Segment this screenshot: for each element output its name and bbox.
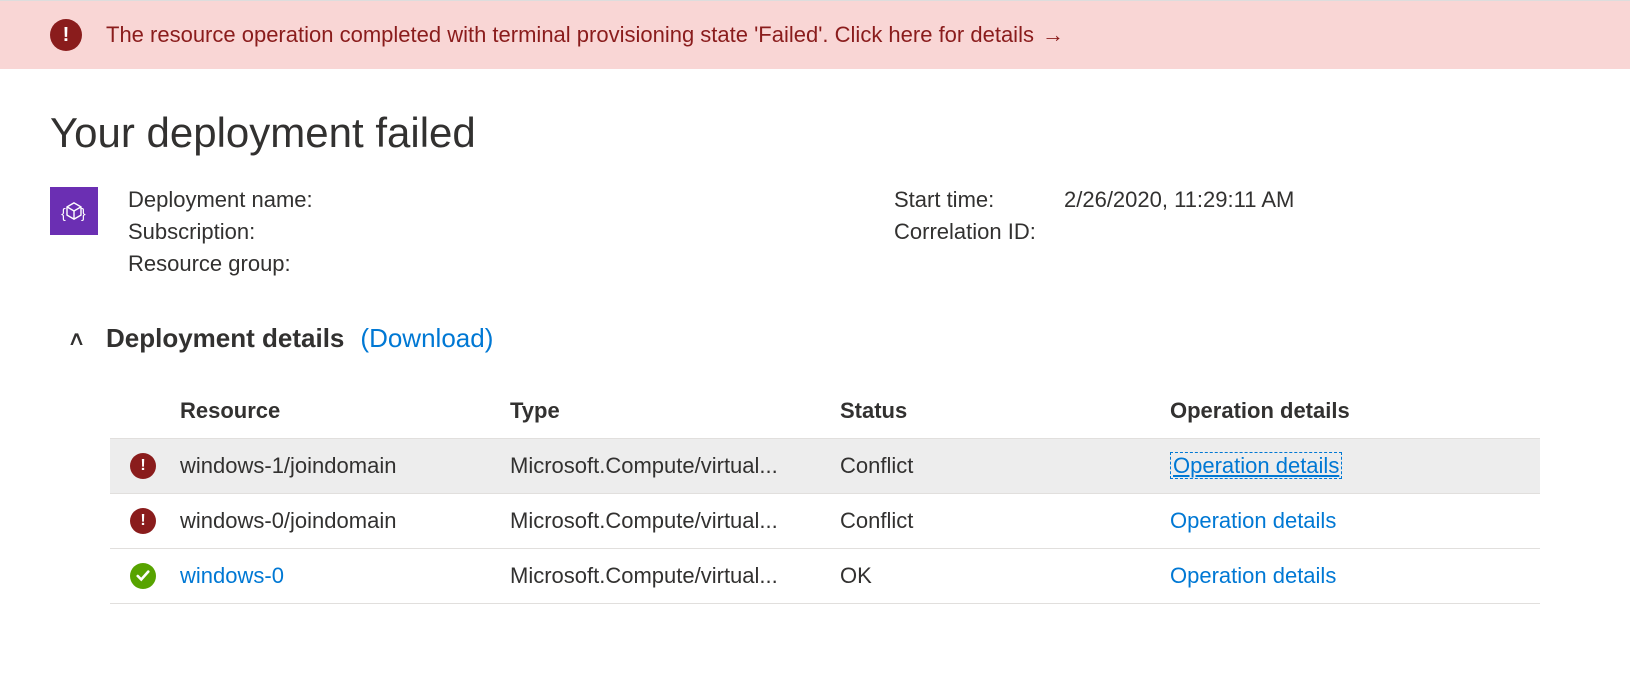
resource-cell: windows-1/joindomain: [180, 453, 510, 479]
status-ok-icon: [130, 563, 156, 589]
deployment-details-title: Deployment details: [106, 323, 344, 354]
table-row[interactable]: windows-0 Microsoft.Compute/virtual...OKO…: [110, 549, 1540, 604]
start-time-label: Start time:: [894, 187, 1064, 213]
status-cell: Conflict: [840, 453, 1170, 479]
status-cell: Conflict: [840, 508, 1170, 534]
col-status: Status: [840, 398, 1170, 424]
deployment-name-label: Deployment name:: [128, 187, 358, 213]
correlation-id-label: Correlation ID:: [894, 219, 1064, 245]
page-title: Your deployment failed: [50, 109, 1580, 157]
col-operation: Operation details: [1170, 398, 1540, 424]
resource-cell[interactable]: windows-0: [180, 563, 510, 589]
table-row[interactable]: ! windows-0/joindomainMicrosoft.Compute/v…: [110, 494, 1540, 549]
deployment-summary: { } Deployment name: Subscription: Resou…: [50, 187, 1580, 283]
status-error-icon: !: [130, 453, 156, 479]
error-icon: !: [50, 19, 82, 51]
table-header: Resource Type Status Operation details: [110, 384, 1540, 439]
chevron-up-icon[interactable]: ∧: [67, 326, 93, 351]
resource-cell: windows-0/joindomain: [180, 508, 510, 534]
deployment-details-table: Resource Type Status Operation details !…: [110, 384, 1540, 604]
type-cell: Microsoft.Compute/virtual...: [510, 508, 840, 534]
table-row[interactable]: ! windows-1/joindomainMicrosoft.Compute/v…: [110, 439, 1540, 494]
arrow-right-icon: →: [1042, 22, 1064, 48]
error-banner[interactable]: ! The resource operation completed with …: [0, 0, 1630, 69]
col-type: Type: [510, 398, 840, 424]
svg-text:{: {: [61, 205, 66, 221]
operation-details-link[interactable]: Operation details: [1170, 508, 1336, 533]
svg-text:}: }: [81, 205, 86, 221]
type-cell: Microsoft.Compute/virtual...: [510, 563, 840, 589]
subscription-label: Subscription:: [128, 219, 358, 245]
status-cell: OK: [840, 563, 1170, 589]
col-resource: Resource: [180, 398, 510, 424]
start-time-value: 2/26/2020, 11:29:11 AM: [1064, 187, 1294, 213]
status-error-icon: !: [130, 508, 156, 534]
resource-link[interactable]: windows-0: [180, 563, 284, 588]
operation-details-link[interactable]: Operation details: [1170, 452, 1342, 479]
operation-details-link[interactable]: Operation details: [1170, 563, 1336, 588]
error-banner-text: The resource operation completed with te…: [106, 22, 1064, 48]
download-link[interactable]: (Download): [360, 323, 493, 354]
deployment-icon: { }: [50, 187, 98, 235]
type-cell: Microsoft.Compute/virtual...: [510, 453, 840, 479]
resource-group-label: Resource group:: [128, 251, 358, 277]
